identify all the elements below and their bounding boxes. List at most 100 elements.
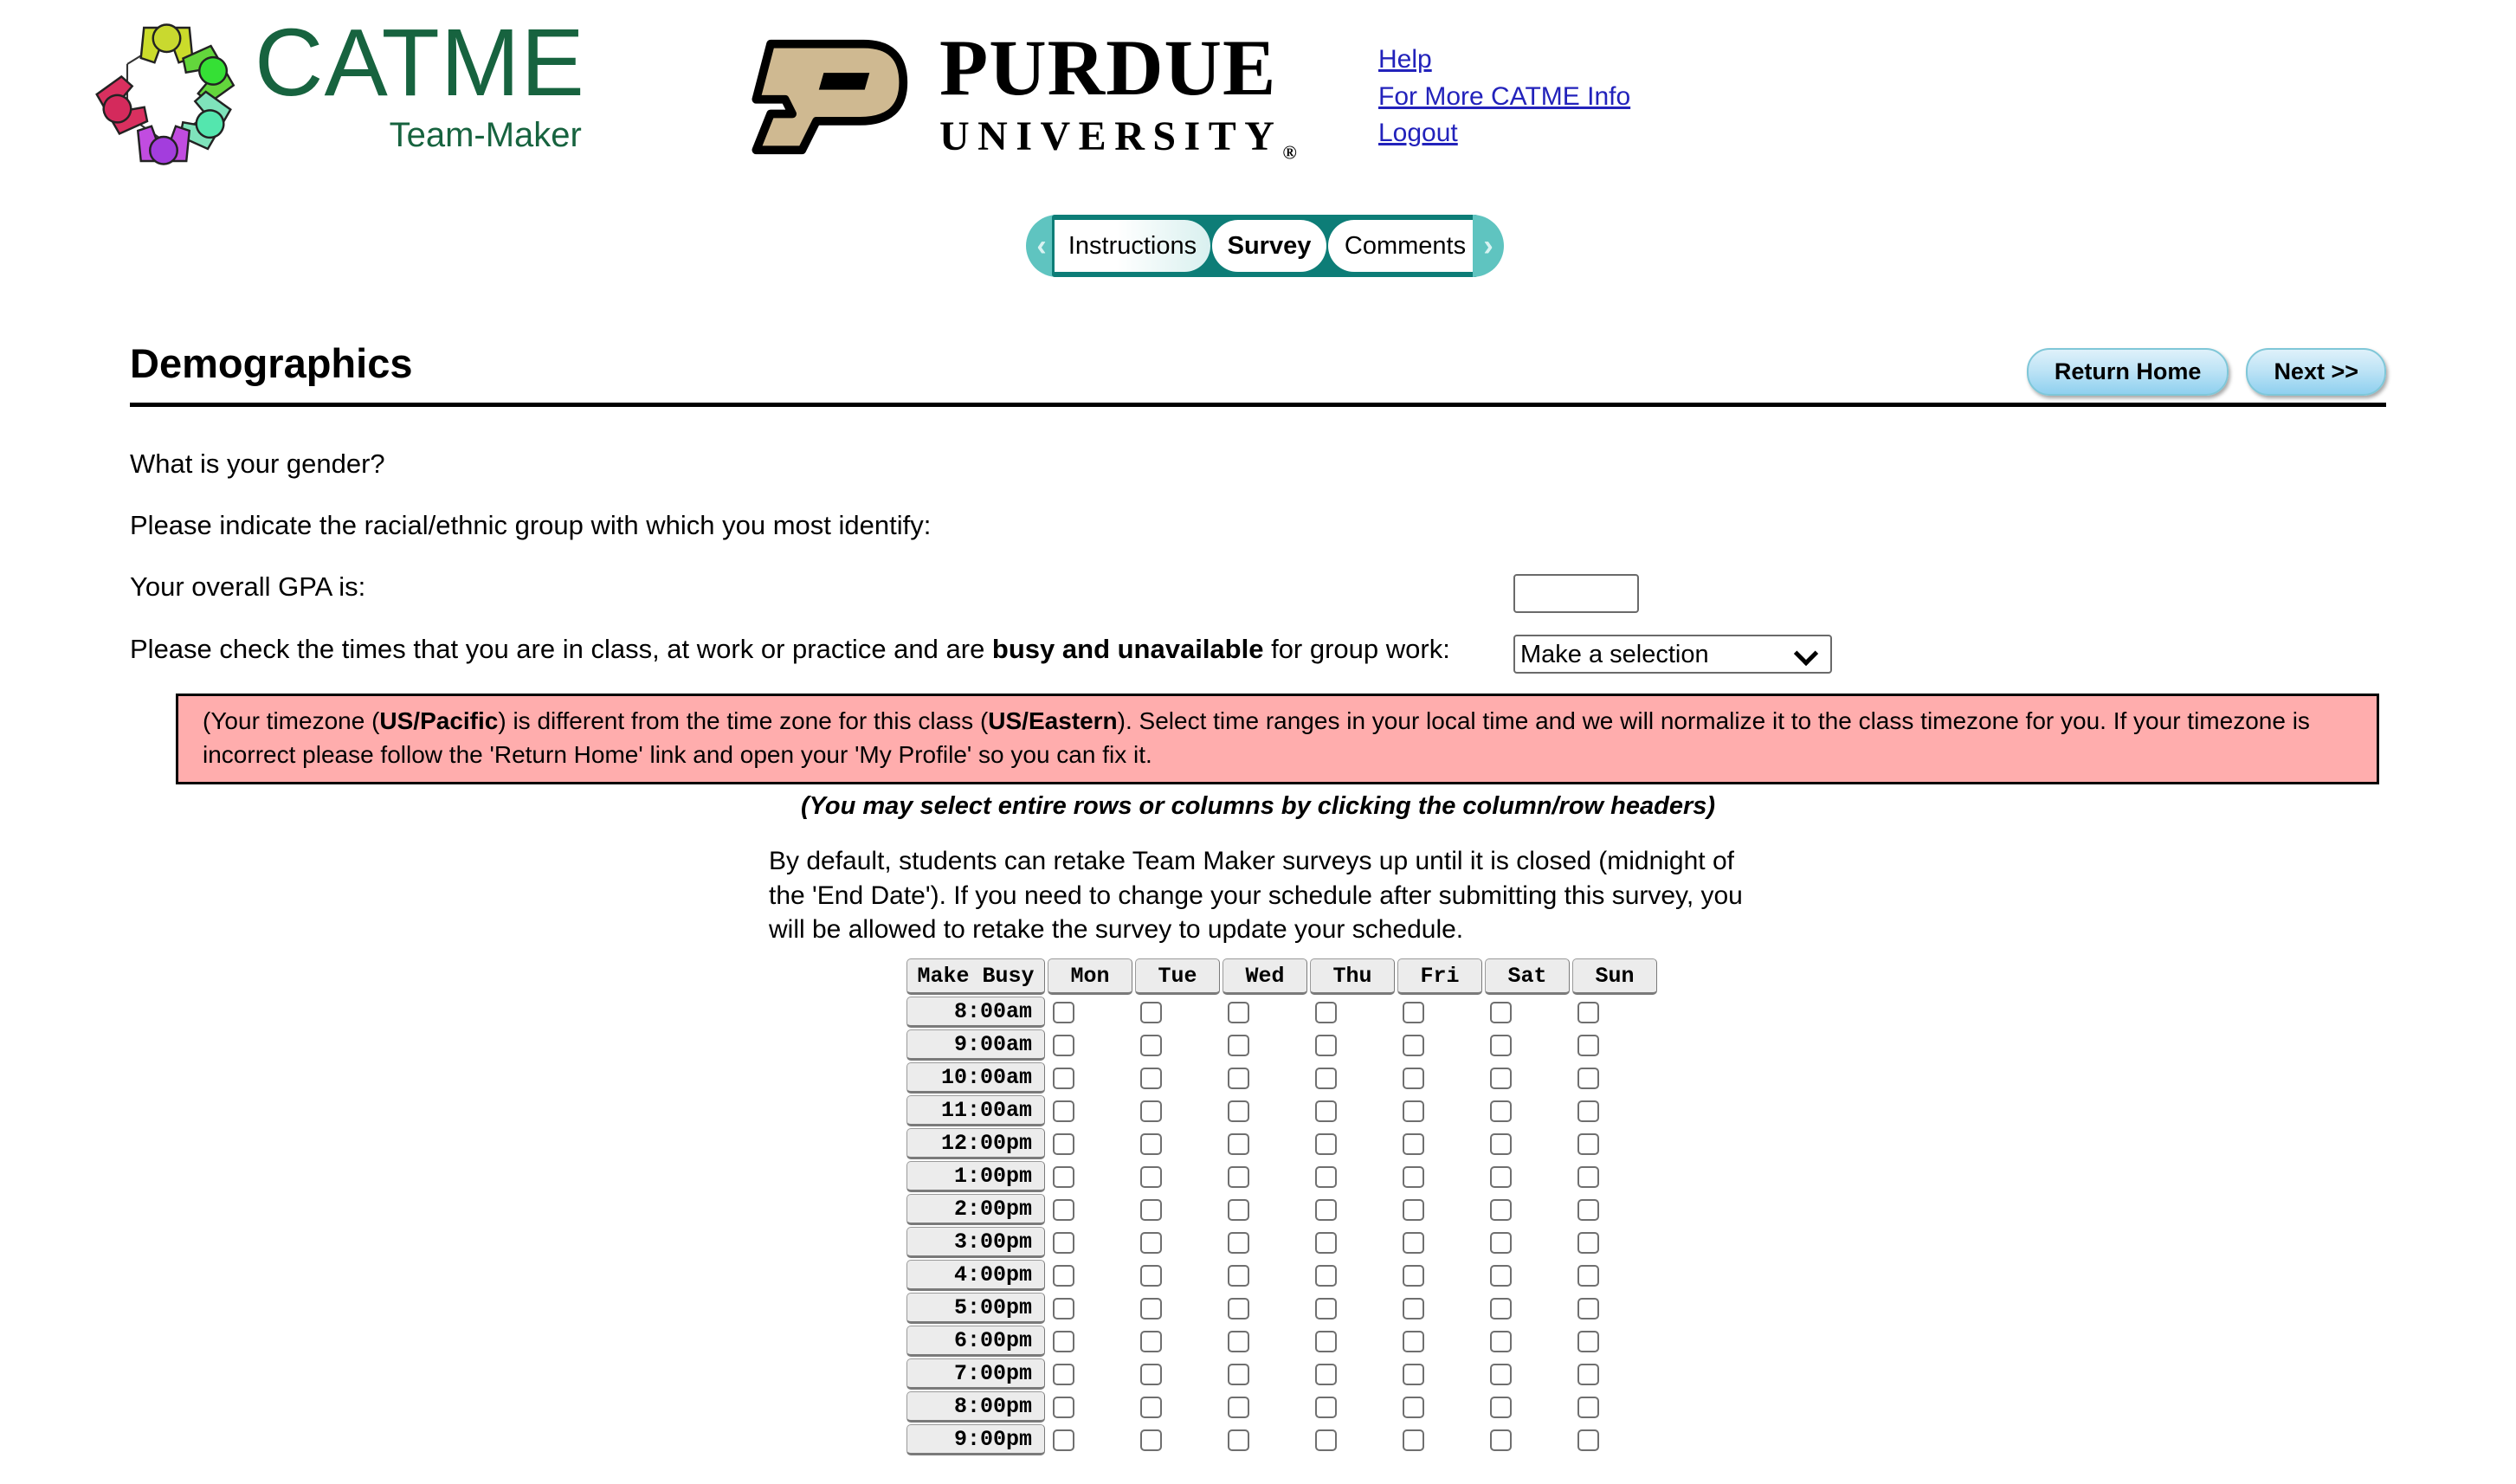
column-header-sat[interactable]: Sat: [1485, 958, 1570, 995]
row-header-1100am[interactable]: 11:00am: [906, 1095, 1045, 1126]
busy-checkbox-sun-800am[interactable]: [1577, 1001, 1599, 1023]
busy-checkbox-mon-100pm[interactable]: [1053, 1165, 1074, 1188]
busy-checkbox-fri-1100am[interactable]: [1403, 1100, 1424, 1122]
busy-checkbox-tue-400pm[interactable]: [1140, 1264, 1162, 1287]
tab-survey[interactable]: Survey: [1212, 220, 1326, 272]
busy-checkbox-tue-300pm[interactable]: [1140, 1231, 1162, 1254]
busy-checkbox-sat-1000am[interactable]: [1490, 1067, 1512, 1089]
busy-checkbox-fri-900am[interactable]: [1403, 1034, 1424, 1056]
busy-checkbox-mon-600pm[interactable]: [1053, 1330, 1074, 1352]
busy-checkbox-thu-100pm[interactable]: [1315, 1165, 1337, 1188]
row-header-300pm[interactable]: 3:00pm: [906, 1227, 1045, 1258]
busy-checkbox-mon-900am[interactable]: [1053, 1034, 1074, 1056]
busy-checkbox-sat-100pm[interactable]: [1490, 1165, 1512, 1188]
row-header-400pm[interactable]: 4:00pm: [906, 1260, 1045, 1291]
busy-checkbox-fri-500pm[interactable]: [1403, 1297, 1424, 1319]
busy-checkbox-fri-600pm[interactable]: [1403, 1330, 1424, 1352]
column-header-tue[interactable]: Tue: [1135, 958, 1220, 995]
busy-checkbox-tue-500pm[interactable]: [1140, 1297, 1162, 1319]
busy-checkbox-fri-300pm[interactable]: [1403, 1231, 1424, 1254]
row-header-900am[interactable]: 9:00am: [906, 1029, 1045, 1061]
row-header-700pm[interactable]: 7:00pm: [906, 1358, 1045, 1390]
busy-checkbox-wed-100pm[interactable]: [1228, 1165, 1249, 1188]
row-header-1000am[interactable]: 10:00am: [906, 1062, 1045, 1094]
busy-checkbox-thu-800am[interactable]: [1315, 1001, 1337, 1023]
busy-checkbox-wed-900am[interactable]: [1228, 1034, 1249, 1056]
row-header-500pm[interactable]: 5:00pm: [906, 1293, 1045, 1324]
column-header-thu[interactable]: Thu: [1310, 958, 1395, 995]
busy-checkbox-sat-900am[interactable]: [1490, 1034, 1512, 1056]
busy-checkbox-tue-600pm[interactable]: [1140, 1330, 1162, 1352]
busy-checkbox-sat-800am[interactable]: [1490, 1001, 1512, 1023]
busy-checkbox-tue-100pm[interactable]: [1140, 1165, 1162, 1188]
busy-checkbox-sun-600pm[interactable]: [1577, 1330, 1599, 1352]
busy-checkbox-mon-300pm[interactable]: [1053, 1231, 1074, 1254]
busy-checkbox-sat-1100am[interactable]: [1490, 1100, 1512, 1122]
busy-checkbox-thu-800pm[interactable]: [1315, 1396, 1337, 1418]
busy-checkbox-fri-800am[interactable]: [1403, 1001, 1424, 1023]
busy-checkbox-thu-300pm[interactable]: [1315, 1231, 1337, 1254]
column-header-mon[interactable]: Mon: [1048, 958, 1132, 995]
busy-checkbox-thu-700pm[interactable]: [1315, 1363, 1337, 1385]
busy-checkbox-wed-900pm[interactable]: [1228, 1429, 1249, 1451]
busy-checkbox-tue-200pm[interactable]: [1140, 1198, 1162, 1221]
busy-checkbox-mon-500pm[interactable]: [1053, 1297, 1074, 1319]
more-catme-info-link[interactable]: For More CATME Info: [1378, 79, 1630, 116]
next-page-arrow-icon[interactable]: ›: [1473, 215, 1504, 277]
busy-checkbox-mon-1100am[interactable]: [1053, 1100, 1074, 1122]
busy-checkbox-wed-700pm[interactable]: [1228, 1363, 1249, 1385]
busy-checkbox-fri-400pm[interactable]: [1403, 1264, 1424, 1287]
busy-checkbox-tue-800am[interactable]: [1140, 1001, 1162, 1023]
busy-checkbox-sun-1100am[interactable]: [1577, 1100, 1599, 1122]
busy-checkbox-sat-200pm[interactable]: [1490, 1198, 1512, 1221]
row-header-900pm[interactable]: 9:00pm: [906, 1424, 1045, 1455]
busy-checkbox-fri-900pm[interactable]: [1403, 1429, 1424, 1451]
busy-checkbox-sun-900am[interactable]: [1577, 1034, 1599, 1056]
busy-checkbox-thu-1200pm[interactable]: [1315, 1132, 1337, 1155]
busy-checkbox-wed-200pm[interactable]: [1228, 1198, 1249, 1221]
busy-checkbox-sun-400pm[interactable]: [1577, 1264, 1599, 1287]
make-busy-corner-header[interactable]: Make Busy: [906, 958, 1045, 995]
busy-checkbox-sat-600pm[interactable]: [1490, 1330, 1512, 1352]
next-button[interactable]: Next >>: [2246, 348, 2386, 396]
busy-checkbox-mon-1000am[interactable]: [1053, 1067, 1074, 1089]
busy-checkbox-fri-1000am[interactable]: [1403, 1067, 1424, 1089]
busy-checkbox-thu-200pm[interactable]: [1315, 1198, 1337, 1221]
busy-checkbox-thu-1100am[interactable]: [1315, 1100, 1337, 1122]
busy-checkbox-wed-400pm[interactable]: [1228, 1264, 1249, 1287]
busy-checkbox-sun-1000am[interactable]: [1577, 1067, 1599, 1089]
busy-checkbox-thu-900am[interactable]: [1315, 1034, 1337, 1056]
busy-checkbox-tue-800pm[interactable]: [1140, 1396, 1162, 1418]
busy-checkbox-wed-800am[interactable]: [1228, 1001, 1249, 1023]
busy-checkbox-wed-1000am[interactable]: [1228, 1067, 1249, 1089]
help-link[interactable]: Help: [1378, 42, 1630, 79]
busy-checkbox-sun-1200pm[interactable]: [1577, 1132, 1599, 1155]
busy-checkbox-sat-400pm[interactable]: [1490, 1264, 1512, 1287]
busy-checkbox-sun-300pm[interactable]: [1577, 1231, 1599, 1254]
busy-checkbox-mon-700pm[interactable]: [1053, 1363, 1074, 1385]
row-header-800pm[interactable]: 8:00pm: [906, 1391, 1045, 1423]
gender-select[interactable]: Make a selection: [1513, 635, 1832, 674]
busy-checkbox-sat-900pm[interactable]: [1490, 1429, 1512, 1451]
row-header-100pm[interactable]: 1:00pm: [906, 1161, 1045, 1192]
busy-checkbox-mon-400pm[interactable]: [1053, 1264, 1074, 1287]
column-header-wed[interactable]: Wed: [1223, 958, 1307, 995]
row-header-800am[interactable]: 8:00am: [906, 997, 1045, 1028]
busy-checkbox-sat-500pm[interactable]: [1490, 1297, 1512, 1319]
busy-checkbox-wed-800pm[interactable]: [1228, 1396, 1249, 1418]
logout-link[interactable]: Logout: [1378, 115, 1630, 152]
row-header-1200pm[interactable]: 12:00pm: [906, 1128, 1045, 1159]
busy-checkbox-wed-1200pm[interactable]: [1228, 1132, 1249, 1155]
tab-instructions[interactable]: Instructions: [1055, 220, 1210, 272]
busy-checkbox-wed-600pm[interactable]: [1228, 1330, 1249, 1352]
busy-checkbox-tue-900am[interactable]: [1140, 1034, 1162, 1056]
busy-checkbox-tue-1000am[interactable]: [1140, 1067, 1162, 1089]
busy-checkbox-tue-1100am[interactable]: [1140, 1100, 1162, 1122]
busy-checkbox-mon-800pm[interactable]: [1053, 1396, 1074, 1418]
busy-checkbox-wed-300pm[interactable]: [1228, 1231, 1249, 1254]
column-header-fri[interactable]: Fri: [1397, 958, 1482, 995]
row-header-600pm[interactable]: 6:00pm: [906, 1326, 1045, 1357]
busy-checkbox-fri-700pm[interactable]: [1403, 1363, 1424, 1385]
busy-checkbox-thu-500pm[interactable]: [1315, 1297, 1337, 1319]
busy-checkbox-sun-700pm[interactable]: [1577, 1363, 1599, 1385]
